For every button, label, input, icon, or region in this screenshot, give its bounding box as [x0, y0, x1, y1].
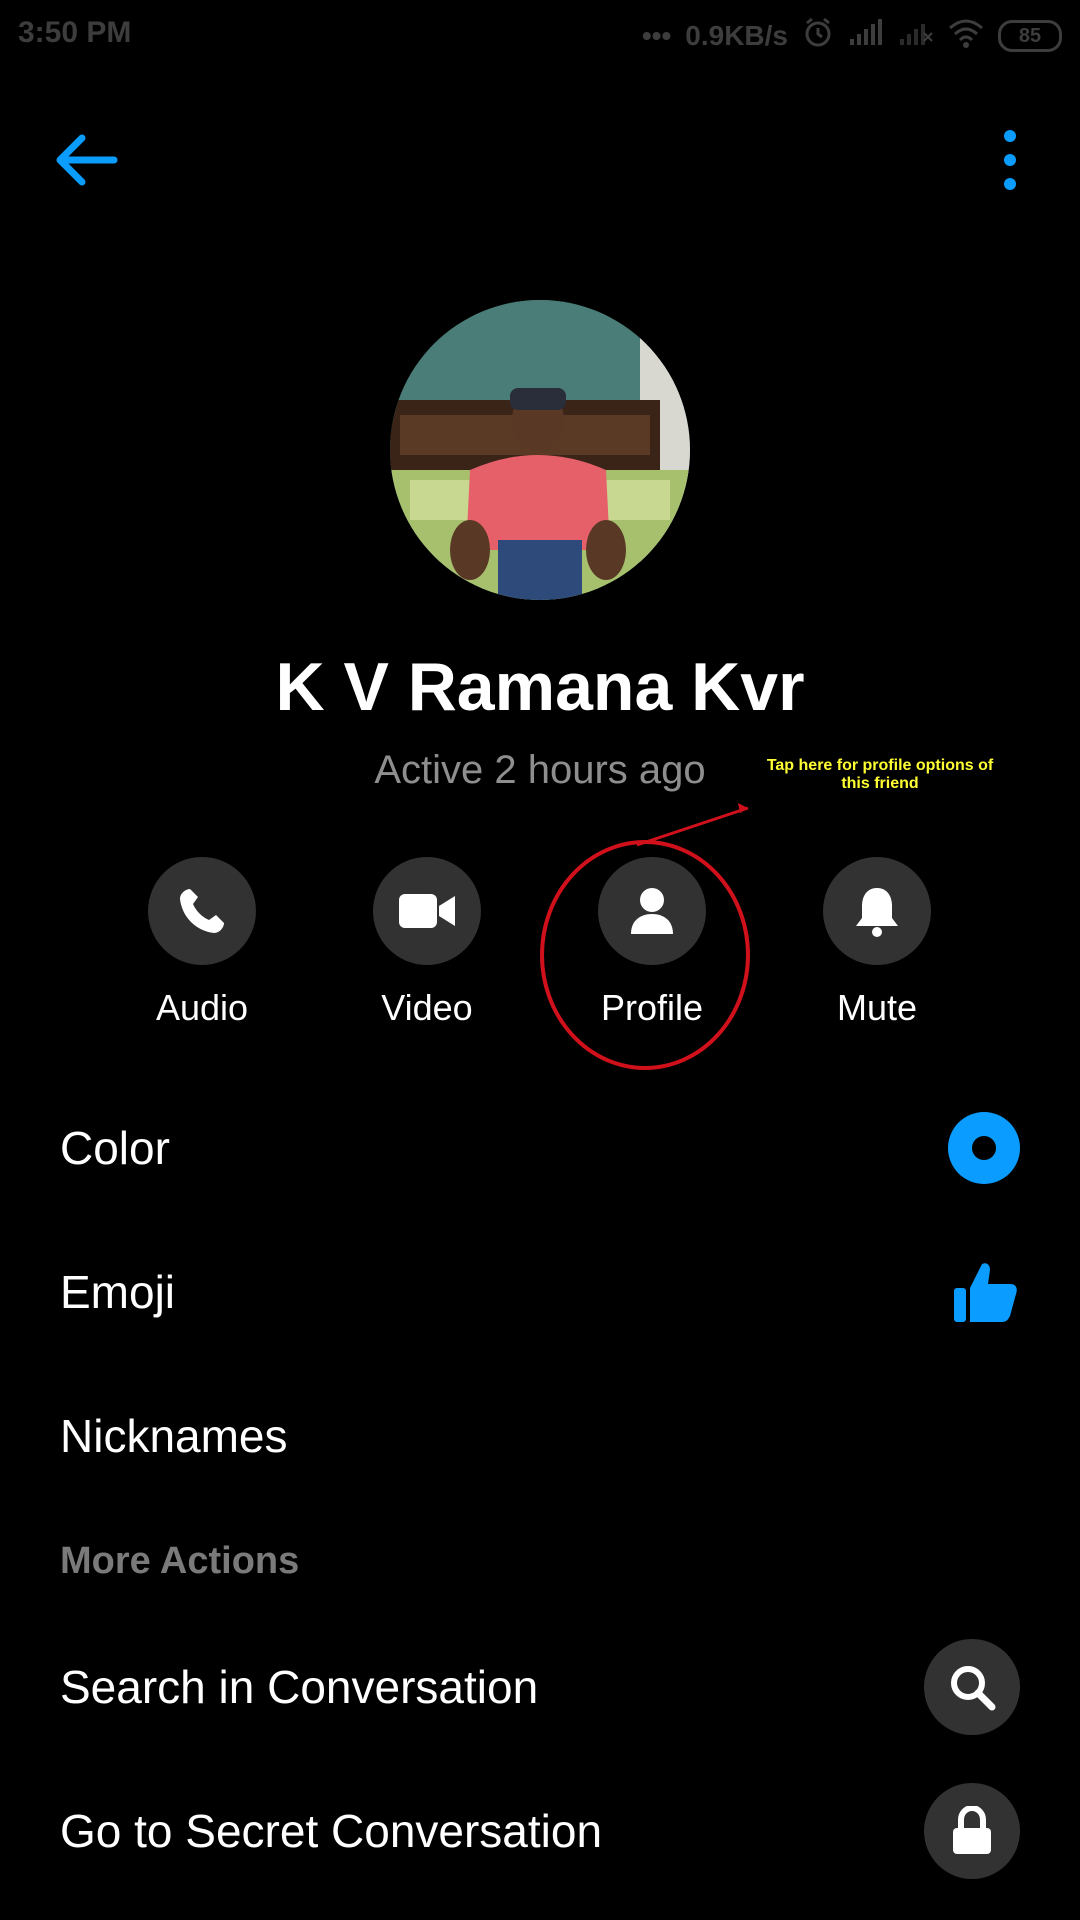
wifi-icon — [948, 18, 984, 55]
secret-conversation-row[interactable]: Go to Secret Conversation — [0, 1776, 1080, 1886]
alarm-icon — [802, 17, 834, 56]
audio-call-button[interactable]: Audio — [102, 857, 302, 1029]
search-button[interactable] — [924, 1639, 1020, 1735]
video-camera-icon — [399, 894, 455, 928]
mute-button[interactable]: Mute — [777, 857, 977, 1029]
signal-icon — [848, 18, 884, 54]
avatar[interactable] — [390, 300, 690, 600]
mute-button-circle — [823, 857, 931, 965]
color-row[interactable]: Color — [0, 1093, 1080, 1203]
video-call-button[interactable]: Video — [327, 857, 527, 1029]
top-bar — [0, 110, 1080, 200]
bell-icon — [856, 888, 898, 937]
annotation-pointer-line — [636, 806, 749, 847]
nicknames-row[interactable]: Nicknames — [0, 1381, 1080, 1491]
more-actions-header: More Actions — [60, 1540, 300, 1582]
color-swatch — [948, 1112, 1020, 1184]
emoji-label: Emoji — [60, 1266, 176, 1318]
status-indicators: ••• 0.9KB/s 85 — [642, 14, 1062, 58]
action-buttons: Audio Video Profile Mute — [0, 857, 1080, 1029]
conversation-settings-screen: 3:50 PM ••• 0.9KB/s 85 K V Ramana Kvr Ac… — [0, 0, 1080, 1920]
lock-button-circle — [924, 1783, 1020, 1879]
thumbs-up-icon — [954, 1263, 1017, 1322]
status-time: 3:50 PM — [18, 16, 132, 49]
profile-button-circle — [598, 857, 706, 965]
color-dot-icon — [948, 1112, 1020, 1184]
annotation-pointer-arrowhead — [738, 803, 748, 813]
person-icon — [631, 888, 673, 934]
nicknames-label: Nicknames — [60, 1410, 288, 1462]
audio-button-circle — [148, 857, 256, 965]
secret-conversation-button[interactable] — [924, 1783, 1020, 1879]
vertical-dots-icon — [1004, 130, 1016, 190]
back-arrow-icon — [56, 134, 118, 186]
search-icon — [951, 1666, 996, 1711]
network-speed: 0.9KB/s — [685, 20, 788, 51]
mute-label: Mute — [836, 987, 918, 1028]
notification-dots: ••• — [641, 20, 672, 51]
back-button[interactable] — [40, 120, 130, 200]
video-button-circle — [373, 857, 481, 965]
status-bar: 3:50 PM ••• 0.9KB/s 85 — [0, 0, 1080, 72]
emoji-row[interactable]: Emoji — [0, 1237, 1080, 1347]
battery-indicator: 85 — [998, 20, 1062, 52]
secret-conversation-label: Go to Secret Conversation — [60, 1805, 603, 1857]
contact-name: K V Ramana Kvr — [275, 649, 805, 725]
more-options-button[interactable] — [980, 120, 1040, 200]
video-label: Video — [381, 987, 473, 1028]
emoji-preview — [952, 1258, 1020, 1326]
annotation-callout-text: Tap here for profile options of this fri… — [766, 757, 994, 792]
search-button-circle — [924, 1639, 1020, 1735]
signal-icon-secondary — [898, 19, 934, 54]
color-label: Color — [60, 1122, 170, 1174]
lock-icon — [953, 1806, 991, 1854]
profile-button[interactable]: Profile — [552, 857, 752, 1029]
profile-label: Profile — [600, 987, 704, 1028]
phone-icon — [180, 889, 224, 933]
audio-label: Audio — [155, 987, 249, 1028]
search-in-conversation-row[interactable]: Search in Conversation — [0, 1632, 1080, 1742]
search-in-conversation-label: Search in Conversation — [60, 1661, 539, 1713]
